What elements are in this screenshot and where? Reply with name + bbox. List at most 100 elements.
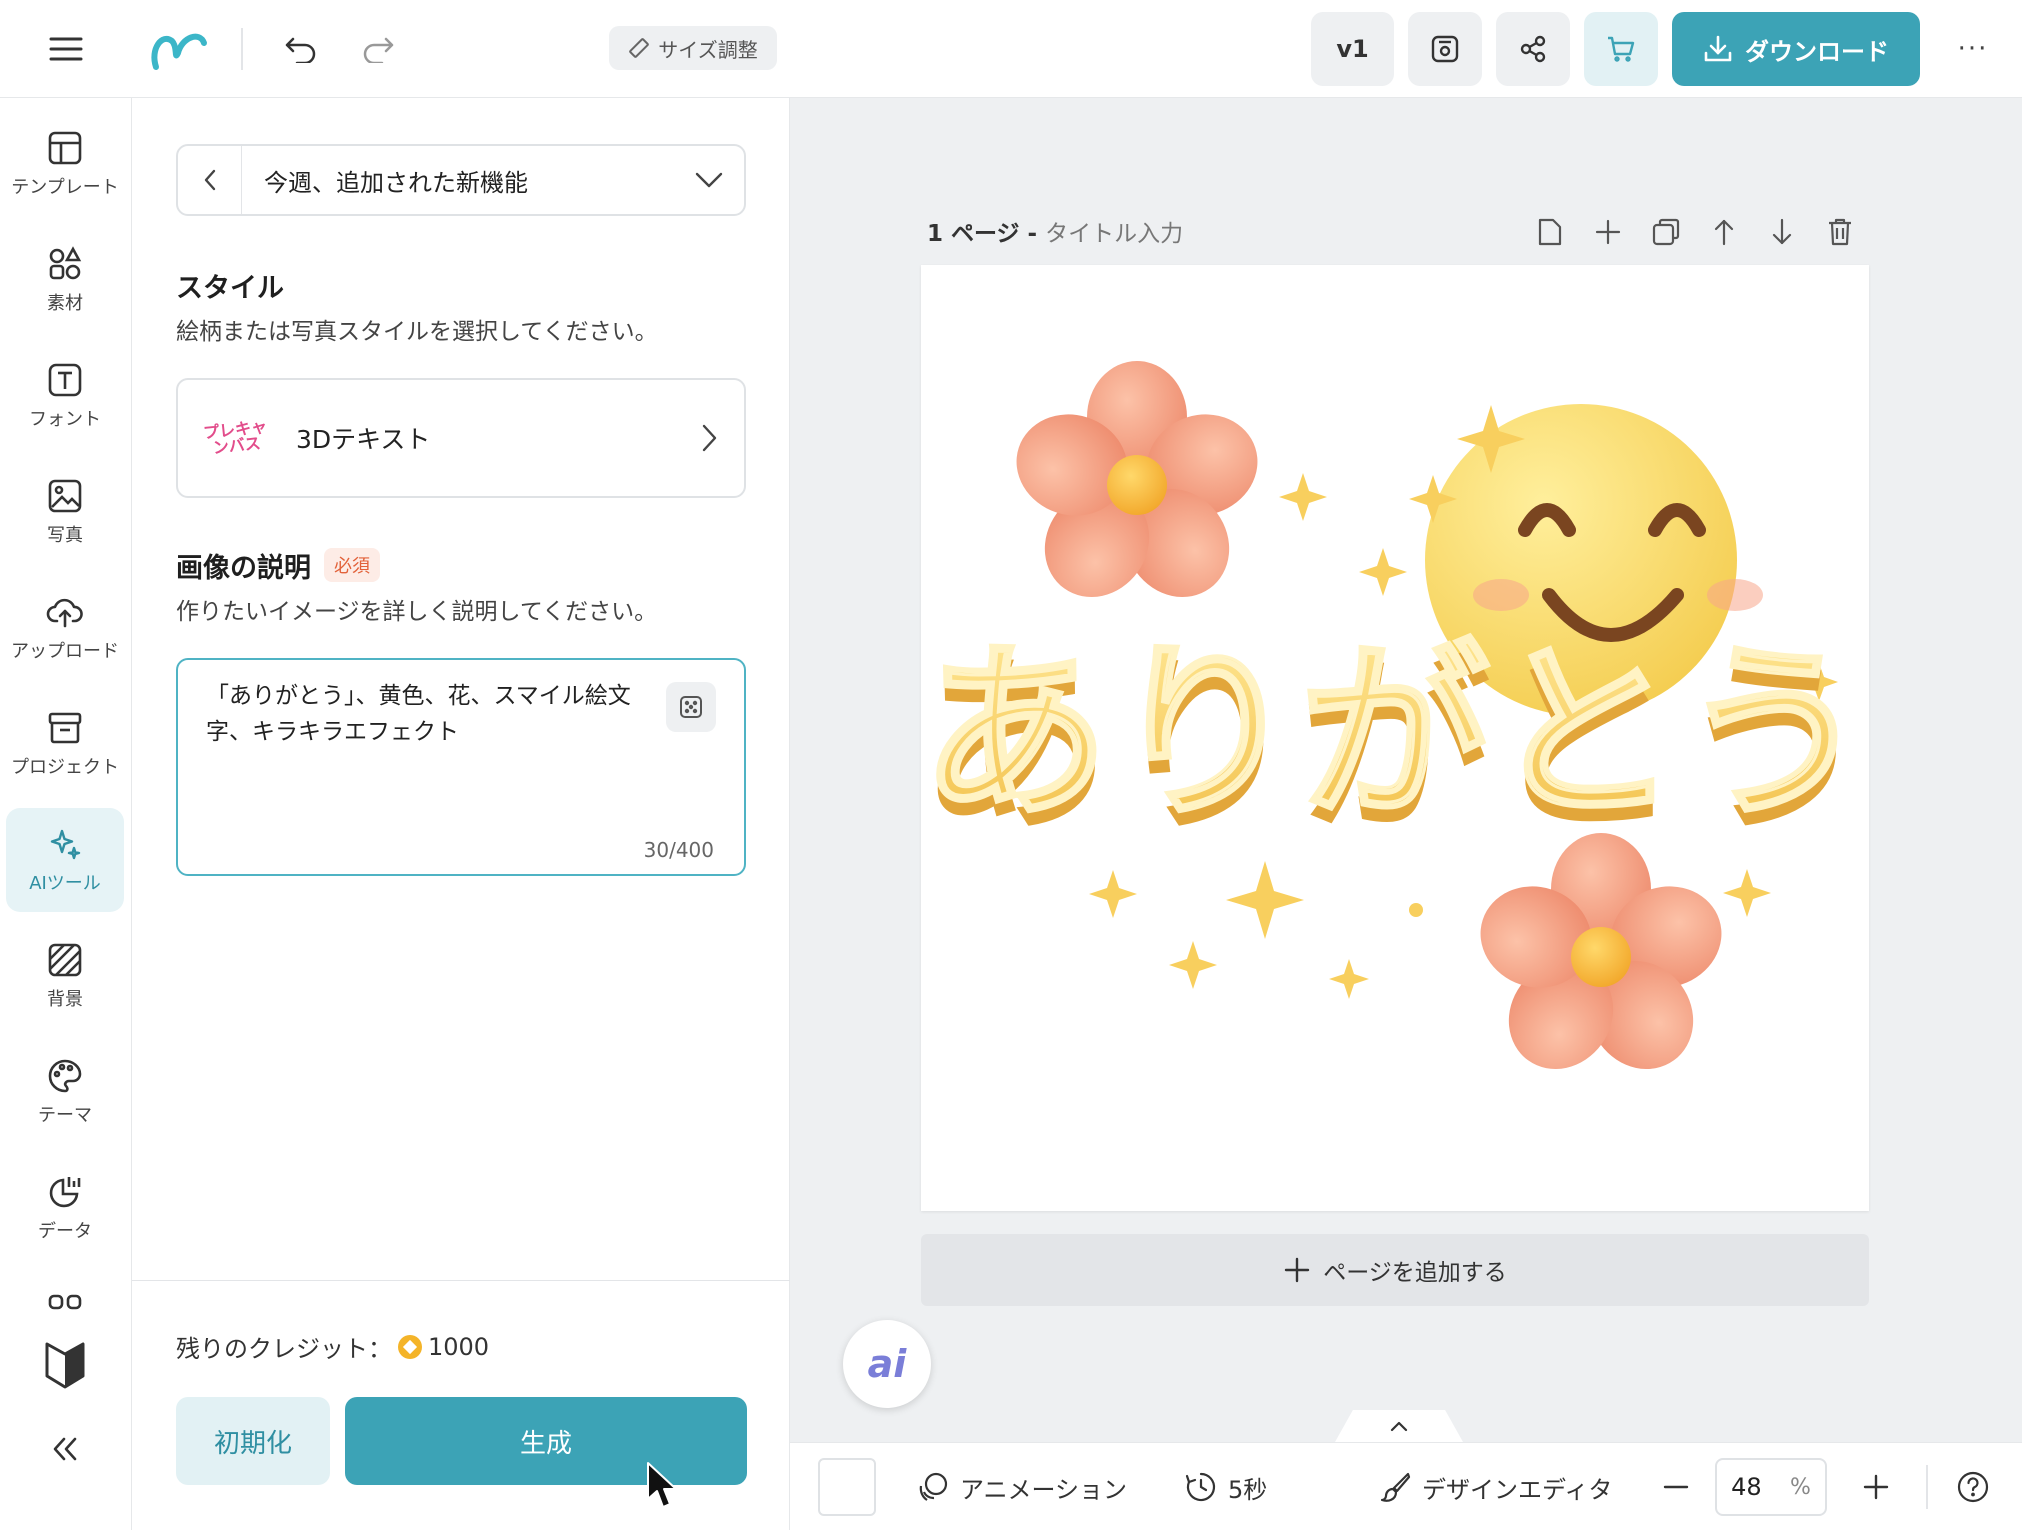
rail-label: フォント (29, 409, 101, 430)
minus-icon (1663, 1485, 1689, 1489)
rail-item-project[interactable]: プロジェクト (6, 692, 124, 796)
duration-button[interactable]: 5秒 (1184, 1443, 1267, 1530)
plus-icon (1285, 1257, 1310, 1283)
menu-icon[interactable] (40, 28, 92, 70)
back-button[interactable] (178, 146, 242, 214)
rail-item-photo[interactable]: 写真 (6, 460, 124, 564)
dropdown-title: 今週、追加された新機能 (264, 168, 528, 197)
random-prompt-icon[interactable] (666, 682, 716, 732)
design-page[interactable]: ありがとう ありがとう (921, 265, 1869, 1211)
rail-item-background[interactable]: 背景 (6, 924, 124, 1028)
ai-assistant-button[interactable]: ai (843, 1320, 931, 1408)
style-thumbnail: プレキャンバス (202, 416, 268, 458)
feature-dropdown[interactable]: 今週、追加された新機能 (176, 144, 746, 216)
page-title-input[interactable]: タイトル入力 (1045, 221, 1183, 247)
background-icon (48, 943, 82, 977)
rail-item-template[interactable]: テンプレート (6, 112, 124, 216)
rail-item-data[interactable]: データ (6, 1156, 124, 1260)
delete-page-icon[interactable] (1820, 212, 1860, 252)
ai-tool-panel: 今週、追加された新機能 スタイル 絵柄または写真スタイルを選択してください。 プ… (132, 98, 790, 1530)
add-page-button[interactable]: ページを追加する (921, 1234, 1869, 1306)
rail-label: 写真 (47, 525, 83, 546)
share-button[interactable] (1496, 12, 1570, 86)
zoom-value[interactable]: 48 (1731, 1473, 1762, 1501)
zoom-unit: % (1789, 1474, 1811, 1500)
panel-footer: 残りのクレジット： 1000 初期化 生成 (132, 1280, 790, 1530)
chevron-down-icon[interactable] (674, 171, 744, 189)
generate-button[interactable]: 生成 (345, 1397, 747, 1485)
rail-label: プロジェクト (11, 757, 119, 778)
rail-item-ai-tools[interactable]: AIツール (6, 808, 124, 912)
help-icon (1957, 1471, 1989, 1503)
zoom-input[interactable]: 48 % (1715, 1458, 1827, 1516)
duration-label: 5秒 (1228, 1475, 1268, 1504)
rail-item-more[interactable] (6, 1274, 124, 1334)
page-notes-icon[interactable] (1530, 212, 1570, 252)
rail-item-upload[interactable]: アップロード (6, 576, 124, 680)
reset-button[interactable]: 初期化 (176, 1397, 330, 1485)
rail-item-theme[interactable]: テーマ (6, 1040, 124, 1144)
move-page-down-icon[interactable] (1762, 212, 1802, 252)
toolbar-divider (241, 28, 243, 70)
version-label: v1 (1336, 35, 1369, 63)
zoom-out-button[interactable] (1662, 1443, 1690, 1530)
style-selector[interactable]: プレキャンバス 3Dテキスト (176, 378, 746, 498)
char-counter: 30/400 (643, 838, 714, 862)
rail-label: データ (38, 1221, 92, 1242)
description-section-title: 画像の説明 (176, 553, 311, 584)
svg-text:ありがとう: ありがとう (921, 623, 1869, 844)
app-logo-icon[interactable] (145, 22, 211, 76)
cart-icon (1608, 36, 1635, 62)
rail-label: テンプレート (11, 177, 119, 198)
resize-button[interactable]: サイズ調整 (609, 26, 777, 70)
plus-icon (1863, 1474, 1889, 1500)
generated-artwork[interactable]: ありがとう ありがとう (921, 265, 1869, 1211)
cart-button[interactable] (1584, 12, 1658, 86)
collapse-rail-button[interactable] (6, 1414, 124, 1484)
redo-icon[interactable] (357, 28, 399, 70)
help-button[interactable] (1956, 1443, 1990, 1530)
swatch-box (818, 1458, 876, 1516)
page-color-swatch[interactable] (818, 1443, 876, 1530)
template-icon (48, 131, 82, 165)
undo-icon[interactable] (280, 28, 322, 70)
add-page-label: ページを追加する (1323, 1260, 1507, 1286)
move-page-up-icon[interactable] (1704, 212, 1744, 252)
rail-label: テーマ (38, 1105, 92, 1126)
rail-label: 背景 (47, 989, 83, 1010)
rail-label: AIツール (29, 873, 101, 894)
zoom-in-button[interactable] (1862, 1443, 1890, 1530)
prompt-text[interactable]: 「ありがとう」、黄色、花、スマイル絵文字、キラキラエフェクト (206, 678, 666, 750)
chevron-right-icon (674, 423, 744, 453)
prompt-textarea[interactable]: 「ありがとう」、黄色、花、スマイル絵文字、キラキラエフェクト 30/400 (176, 658, 746, 876)
more-options-icon[interactable]: ··· (1950, 28, 1996, 70)
description-help-text: 作りたいイメージを詳しく説明してください。 (176, 599, 658, 625)
design-editor-button[interactable]: デザインエディタ (1378, 1443, 1612, 1530)
elements-icon (49, 246, 82, 280)
project-icon (48, 712, 82, 744)
flower-icon (1480, 833, 1722, 1070)
rail-item-font[interactable]: フォント (6, 344, 124, 448)
add-page-plus-icon[interactable] (1588, 212, 1628, 252)
duplicate-page-icon[interactable] (1646, 212, 1686, 252)
version-button[interactable]: v1 (1311, 12, 1394, 86)
download-button[interactable]: ダウンロード (1672, 12, 1920, 86)
animation-icon (919, 1472, 948, 1501)
rail-item-guide[interactable] (6, 1330, 124, 1400)
grid-icon (48, 1294, 82, 1310)
expand-pages-tab[interactable] (1335, 1410, 1463, 1442)
rail-label: 素材 (47, 293, 83, 314)
save-icon (1431, 35, 1459, 63)
save-button[interactable] (1408, 12, 1482, 86)
ai-assistant-label: ai (867, 1342, 907, 1386)
design-editor-label: デザインエディタ (1422, 1475, 1613, 1504)
chart-icon (49, 1177, 81, 1208)
beginner-mark-icon (45, 1342, 85, 1389)
credits-label: 残りのクレジット： (176, 1335, 392, 1363)
rail-item-elements[interactable]: 素材 (6, 228, 124, 332)
chevron-up-icon (1390, 1421, 1408, 1432)
photo-icon (48, 479, 82, 513)
animation-button[interactable]: アニメーション (916, 1443, 1127, 1530)
mouse-cursor-icon (647, 1462, 677, 1508)
ai-sparkle-icon (50, 829, 81, 860)
